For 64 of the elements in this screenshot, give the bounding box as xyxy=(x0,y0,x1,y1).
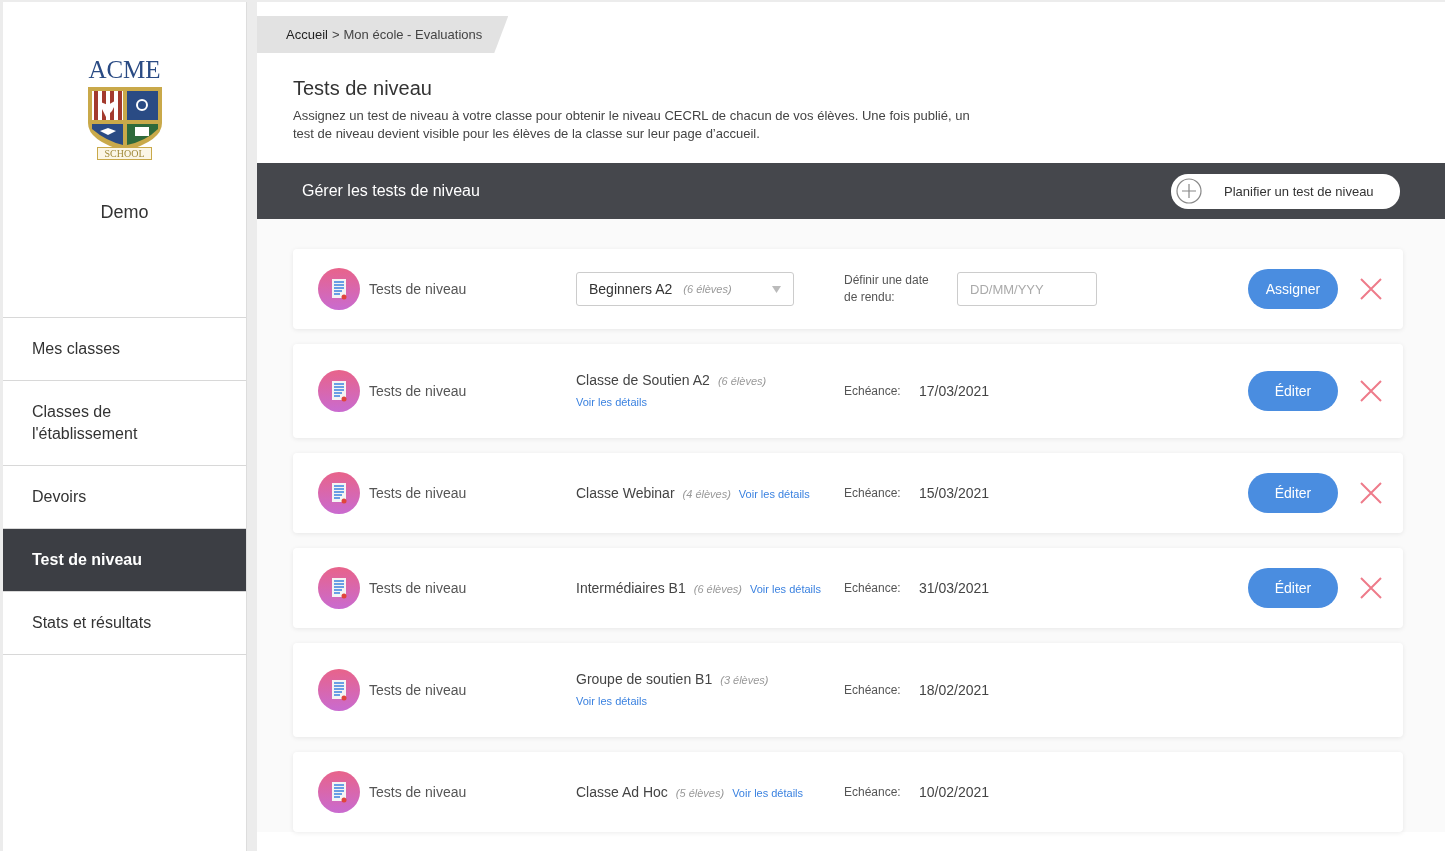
logo-banner: SCHOOL xyxy=(97,147,152,160)
details-link[interactable]: Voir les détails xyxy=(732,782,804,803)
schedule-test-button[interactable]: Planifier un test de niveau xyxy=(1171,173,1400,209)
due-date-label: Définir une date de rendu: xyxy=(844,272,930,306)
test-label: Tests de niveau xyxy=(369,784,468,800)
document-icon xyxy=(318,771,360,813)
logo-title: ACME xyxy=(88,57,161,83)
delete-icon[interactable] xyxy=(1359,278,1382,300)
date-field[interactable]: DD/MM/YYY xyxy=(957,272,1097,306)
sidebar-item[interactable]: Mes classes xyxy=(3,318,246,381)
edit-button[interactable]: Éditer xyxy=(1248,371,1338,411)
due-date-label: Echéance: xyxy=(844,681,902,699)
breadcrumb-current: Mon école - Evaluations xyxy=(343,27,483,42)
class-name: Intermédiaires B1 xyxy=(576,579,686,596)
school-name: Demo xyxy=(100,202,149,223)
page-title: Tests de niveau xyxy=(293,77,433,100)
details-link[interactable]: Voir les détails xyxy=(576,691,647,711)
test-label: Tests de niveau xyxy=(369,682,468,698)
details-link[interactable]: Voir les détails xyxy=(750,578,821,599)
document-icon xyxy=(318,669,360,711)
class-name: Classe Ad Hoc xyxy=(576,783,668,800)
student-count: (5 élèves) xyxy=(675,786,725,799)
document-icon xyxy=(318,268,360,310)
sidebar-item[interactable]: Classes de l'établissement xyxy=(3,381,246,466)
class-name: Classe Webinar xyxy=(576,484,675,501)
document-icon xyxy=(318,472,360,514)
test-label: Tests de niveau xyxy=(369,485,468,501)
breadcrumb-link[interactable]: Accueil xyxy=(286,27,328,42)
plus-icon xyxy=(1176,178,1202,204)
due-date-label: Echéance: xyxy=(844,484,902,502)
due-date: 18/02/2021 xyxy=(919,682,990,698)
caret-icon xyxy=(772,285,781,293)
delete-icon[interactable] xyxy=(1359,577,1382,599)
edit-button[interactable]: Éditer xyxy=(1248,473,1338,513)
test-label: Tests de niveau xyxy=(369,580,468,596)
breadcrumb-separator: > xyxy=(331,27,340,42)
student-count: (6 élèves) xyxy=(693,582,742,595)
details-link[interactable]: Voir les détails xyxy=(576,392,647,412)
page-description: Assignez un test de niveau à votre classe pour obtenir le niveau CECRL de chacun de vos élèves. Une fois publié, un test de niveau devient visible pour les élèves de la classe sur leur page d’accueil. xyxy=(293,107,971,143)
due-date: 31/03/2021 xyxy=(919,580,990,596)
class-dropdown[interactable]: Beginners A2 (6 élèves) xyxy=(576,272,794,306)
student-count: (6 élèves) xyxy=(717,375,767,387)
due-date: 10/02/2021 xyxy=(919,784,990,800)
student-count: (4 élèves) xyxy=(682,487,731,500)
due-date: 17/03/2021 xyxy=(919,383,990,399)
due-date-label: Echéance: xyxy=(844,579,902,597)
student-count: (3 élèves) xyxy=(720,674,769,686)
sidebar-item[interactable]: Test de niveau xyxy=(3,529,246,592)
edit-button[interactable]: Éditer xyxy=(1248,568,1338,608)
assign-button[interactable]: Assigner xyxy=(1248,269,1338,309)
test-label: Tests de niveau xyxy=(369,383,468,399)
due-date-label: Echéance: xyxy=(844,382,902,400)
due-date-label: Echéance: xyxy=(844,783,902,801)
document-icon xyxy=(318,370,360,412)
document-icon xyxy=(318,567,360,609)
delete-icon[interactable] xyxy=(1359,380,1382,402)
test-label: Tests de niveau xyxy=(369,281,468,297)
delete-icon[interactable] xyxy=(1359,482,1382,504)
toolbar-title: Gérer les tests de niveau xyxy=(302,182,480,200)
class-name: Classe de Soutien A2 xyxy=(576,372,710,388)
due-date: 15/03/2021 xyxy=(919,485,990,501)
sidebar-item[interactable]: Stats et résultats xyxy=(3,592,246,655)
class-name: Groupe de soutien B1 xyxy=(576,671,713,687)
details-link[interactable]: Voir les détails xyxy=(738,483,810,504)
